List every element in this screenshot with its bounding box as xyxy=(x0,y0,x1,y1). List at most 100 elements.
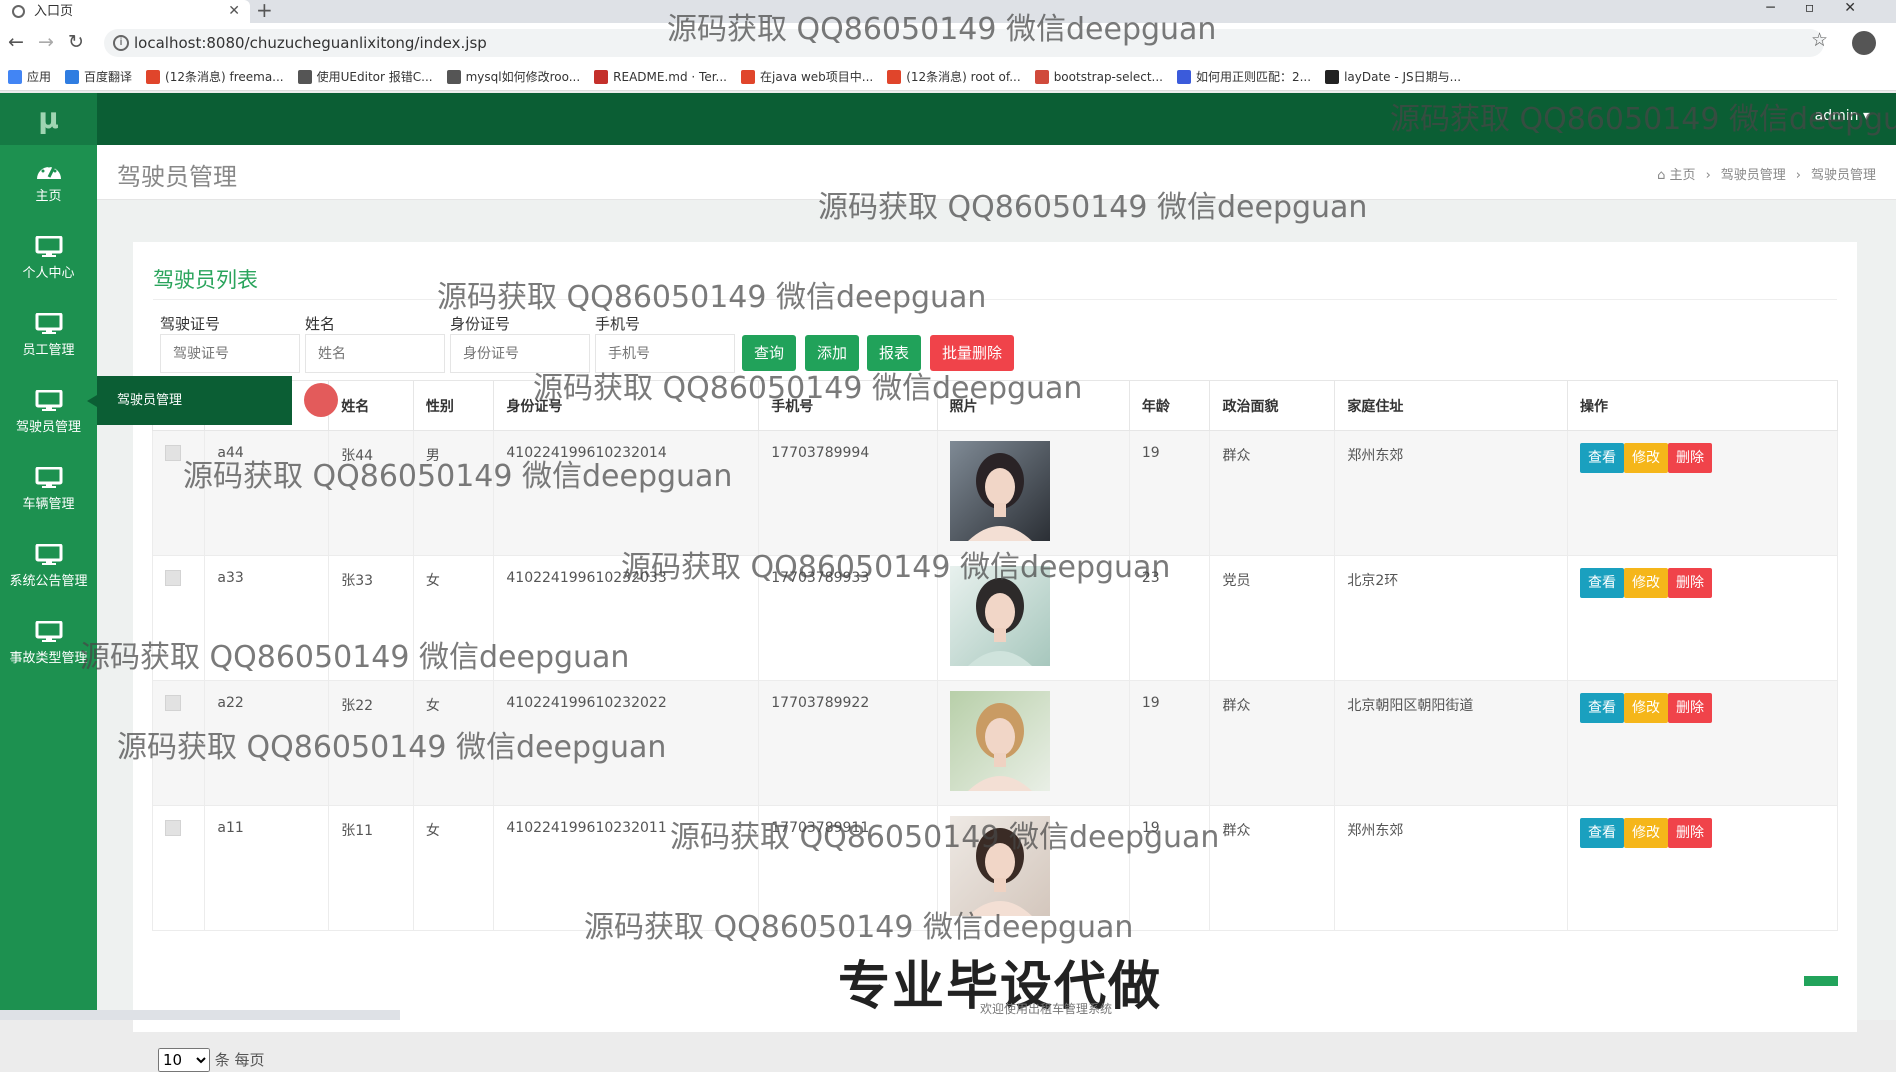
row-checkbox[interactable] xyxy=(165,570,181,586)
name-cell: 张33 xyxy=(328,555,414,681)
view-button[interactable]: 查看 xyxy=(1579,818,1624,848)
page-size-select[interactable]: 10 xyxy=(158,1048,210,1072)
info-icon[interactable]: i xyxy=(113,35,129,51)
column-header: 家庭住址 xyxy=(1334,380,1568,431)
delete-button[interactable]: 删除 xyxy=(1667,568,1712,598)
query-button[interactable]: 查询 xyxy=(742,335,797,371)
edit-button[interactable]: 修改 xyxy=(1623,443,1668,473)
edit-button[interactable]: 修改 xyxy=(1623,568,1668,598)
bookmark-item[interactable]: README.md · Ter... xyxy=(594,63,727,90)
sidebar-item[interactable]: 车辆管理 xyxy=(0,453,97,530)
row-checkbox[interactable] xyxy=(165,445,181,461)
id-card-input[interactable] xyxy=(450,334,590,373)
name-cell: 张22 xyxy=(328,680,414,806)
sidebar-flyout-driver-management[interactable]: 驾驶员管理 xyxy=(87,376,292,425)
bookmark-item[interactable]: 在java web项目中... xyxy=(741,63,873,90)
bookmark-item[interactable]: (12条消息) freema... xyxy=(146,63,284,90)
column-header: 手机号 xyxy=(758,380,938,431)
phone-label: 手机号 xyxy=(595,315,641,333)
report-button[interactable]: 报表 xyxy=(867,335,922,371)
bookmark-item[interactable]: 应用 xyxy=(8,63,52,90)
phone-cell: 17703789922 xyxy=(758,680,938,806)
table-row[interactable]: a44 张44 男 410224199610232014 17703789994 19 群众… xyxy=(151,430,1839,556)
scroll-top-button[interactable] xyxy=(1804,976,1838,986)
bookmark-label: 使用UEditor 报错C... xyxy=(316,70,433,84)
app-logo[interactable]: μ xyxy=(0,93,97,145)
driver-photo xyxy=(949,441,1117,541)
main-content: 驾驶员管理 ⌂ 主页›驾驶员管理›驾驶员管理 驾驶员列表 驾驶证号 姓名 身份证… xyxy=(97,145,1896,1072)
page-title: 驾驶员管理 xyxy=(117,163,237,191)
bookmark-item[interactable]: 使用UEditor 报错C... xyxy=(297,63,433,90)
driver-list-card: 驾驶员列表 驾驶证号 姓名 身份证号 手机号 查询 添加 报表 批量删除 姓名性… xyxy=(133,242,1857,1072)
back-icon[interactable]: ← xyxy=(8,31,24,53)
view-button[interactable]: 查看 xyxy=(1579,693,1624,723)
account-icon[interactable] xyxy=(1852,31,1876,55)
sidebar-item[interactable]: 系统公告管理 xyxy=(0,530,97,607)
sidebar-item-label: 员工管理 xyxy=(22,343,75,358)
sidebar-item-label: 主页 xyxy=(35,189,62,204)
row-checkbox[interactable] xyxy=(165,820,181,836)
table-row[interactable]: a11 张11 女 410224199610232011 17703789911 19 群众… xyxy=(151,805,1839,931)
url-input[interactable]: i localhost:8080/chuzucheguanlixitong/in… xyxy=(104,29,1824,57)
bookmark-item[interactable]: 百度翻译 xyxy=(65,63,132,90)
delete-button[interactable]: 删除 xyxy=(1667,443,1712,473)
license-input[interactable] xyxy=(160,334,300,373)
name-input[interactable] xyxy=(305,334,445,373)
table-row[interactable]: a33 张33 女 410224199610232033 17703789933 23 党员… xyxy=(151,555,1839,681)
edit-button[interactable]: 修改 xyxy=(1623,693,1668,723)
sidebar-item[interactable]: 个人中心 xyxy=(0,222,97,299)
column-header: 身份证号 xyxy=(493,380,760,431)
bookmark-label: 应用 xyxy=(27,70,52,84)
politics-cell: 群众 xyxy=(1209,805,1336,931)
bookmark-item[interactable]: mysql如何修改roo... xyxy=(446,63,580,90)
breadcrumb-home[interactable]: 主页 xyxy=(1670,168,1696,183)
sidebar-item[interactable]: 员工管理 xyxy=(0,299,97,376)
bookmark-item[interactable]: 如何用正则匹配：2... xyxy=(1176,63,1312,90)
add-button[interactable]: 添加 xyxy=(805,335,860,371)
window-controls[interactable]: ─▫✕ xyxy=(1766,0,1886,16)
delete-button[interactable]: 删除 xyxy=(1667,818,1712,848)
actions-cell: 查看 修改 删除 xyxy=(1566,805,1839,931)
column-header: 性别 xyxy=(412,380,495,431)
sidebar: 主页个人中心员工管理驾驶员管理车辆管理系统公告管理事故类型管理 xyxy=(0,145,97,1020)
age-cell: 23 xyxy=(1128,555,1211,681)
photo-cell xyxy=(936,430,1130,556)
bookmark-item[interactable]: bootstrap-select... xyxy=(1034,63,1163,90)
close-tab-icon[interactable]: ✕ xyxy=(228,0,240,23)
sidebar-item-label: 车辆管理 xyxy=(22,497,75,512)
sidebar-item-label: 个人中心 xyxy=(22,266,75,281)
monitor-icon xyxy=(35,620,63,642)
bookmark-item[interactable]: (12条消息) root of... xyxy=(887,63,1021,90)
sidebar-item[interactable]: 主页 xyxy=(0,145,97,222)
bookmark-label: 如何用正则匹配：2... xyxy=(1195,70,1312,84)
breadcrumb-parent[interactable]: 驾驶员管理 xyxy=(1721,168,1786,183)
view-button[interactable]: 查看 xyxy=(1579,443,1624,473)
globe-icon xyxy=(12,5,25,18)
gender-cell: 男 xyxy=(412,430,495,556)
table-body: a44 张44 男 410224199610232014 17703789994 19 群众… xyxy=(151,430,1839,931)
address-cell: 郑州东郊 xyxy=(1334,805,1568,931)
bookmark-item[interactable]: layDate - JS日期与... xyxy=(1325,63,1461,90)
phone-input[interactable] xyxy=(595,334,735,373)
view-button[interactable]: 查看 xyxy=(1579,568,1624,598)
divider xyxy=(153,299,1837,300)
row-checkbox[interactable] xyxy=(165,695,181,711)
sidebar-item-label: 事故类型管理 xyxy=(9,651,88,666)
forward-icon[interactable]: → xyxy=(38,31,54,53)
edit-button[interactable]: 修改 xyxy=(1623,818,1668,848)
id-card-cell: 410224199610232022 xyxy=(493,680,760,806)
sidebar-item[interactable]: 驾驶员管理 xyxy=(0,376,97,453)
home-icon: ⌂ xyxy=(1657,168,1670,183)
new-tab-icon[interactable]: + xyxy=(256,0,273,22)
user-menu[interactable]: admin ▾ xyxy=(1815,108,1870,124)
table-row[interactable]: a22 张22 女 410224199610232022 17703789922 19 群众… xyxy=(151,680,1839,806)
reload-icon[interactable]: ↻ xyxy=(68,31,84,53)
browser-tab[interactable]: 入口页 ✕ xyxy=(0,0,250,23)
sidebar-item[interactable]: 事故类型管理 xyxy=(0,607,97,684)
bookmark-star-icon[interactable]: ☆ xyxy=(1811,29,1828,51)
delete-button[interactable]: 删除 xyxy=(1667,693,1712,723)
tab-title: 入口页 xyxy=(34,4,74,19)
batch-delete-button[interactable]: 批量删除 xyxy=(930,335,1015,371)
sidebar-item-label: 驾驶员管理 xyxy=(15,420,81,435)
gender-cell: 女 xyxy=(412,680,495,806)
